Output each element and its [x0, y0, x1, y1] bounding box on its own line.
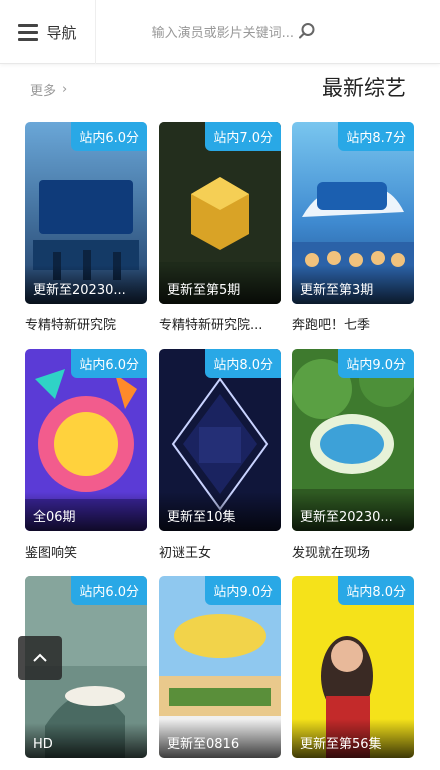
search-input[interactable]: 输入演员或影片关键词...: [134, 22, 294, 41]
nav-label: 导航: [46, 23, 77, 42]
more-label: 更多: [30, 84, 57, 99]
show-title[interactable]: 奔跑吧！七季: [292, 314, 414, 333]
show-title[interactable]: 初谜王女: [159, 542, 281, 561]
show-card-8[interactable]: 站内9.0分 更新至0816: [159, 576, 281, 758]
update-status: 更新至20230...: [292, 492, 414, 531]
score-badge: 站内6.0分: [71, 576, 147, 605]
update-status: 更新至20230...: [25, 265, 147, 304]
update-status: 全06期: [25, 492, 147, 531]
menu-icon: [18, 23, 39, 41]
score-badge: 站内6.0分: [71, 122, 147, 151]
show-card-2[interactable]: 站内7.0分 更新至第5期: [159, 122, 281, 304]
score-badge: 站内8.0分: [338, 576, 414, 605]
show-card-3[interactable]: 站内6.0分 更新至20230...: [25, 122, 147, 304]
score-badge: 站内7.0分: [205, 122, 281, 151]
score-badge: 站内8.7分: [338, 122, 414, 151]
more-link[interactable]: 更多 ›: [30, 80, 67, 99]
show-card-5[interactable]: 站内8.0分 更新至10集: [159, 349, 281, 531]
score-badge: 站内8.0分: [205, 349, 281, 378]
update-status: 更新至0816: [159, 719, 281, 758]
score-badge: 站内9.0分: [338, 349, 414, 378]
show-card-1[interactable]: 站内8.7分 更新至第3期: [292, 122, 414, 304]
show-title[interactable]: 专精特新研究院: [25, 314, 147, 333]
section-title: 最新综艺: [322, 76, 406, 100]
update-status: HD: [25, 723, 147, 758]
show-card-6[interactable]: 站内6.0分 全06期: [25, 349, 147, 531]
top-header: 导航 输入演员或影片关键词...: [0, 0, 440, 64]
score-badge: 站内9.0分: [205, 576, 281, 605]
score-badge: 站内6.0分: [71, 349, 147, 378]
update-status: 更新至第56集: [292, 719, 414, 758]
nav-menu-button[interactable]: 导航: [0, 0, 96, 64]
chevron-right-icon: ›: [62, 82, 68, 97]
show-title[interactable]: 专精特新研究院...: [159, 314, 281, 333]
show-title[interactable]: 发现就在现场: [292, 542, 414, 561]
show-title[interactable]: 鉴图响笑: [25, 542, 147, 561]
update-status: 更新至第5期: [159, 265, 281, 304]
chevron-up-icon: [33, 653, 47, 662]
update-status: 更新至第3期: [292, 265, 414, 304]
update-status: 更新至10集: [159, 492, 281, 531]
search-icon[interactable]: [298, 22, 316, 40]
back-to-top-button[interactable]: [18, 636, 62, 680]
show-card-4[interactable]: 站内9.0分 更新至20230...: [292, 349, 414, 531]
show-card-7[interactable]: 站内8.0分 更新至第56集: [292, 576, 414, 758]
